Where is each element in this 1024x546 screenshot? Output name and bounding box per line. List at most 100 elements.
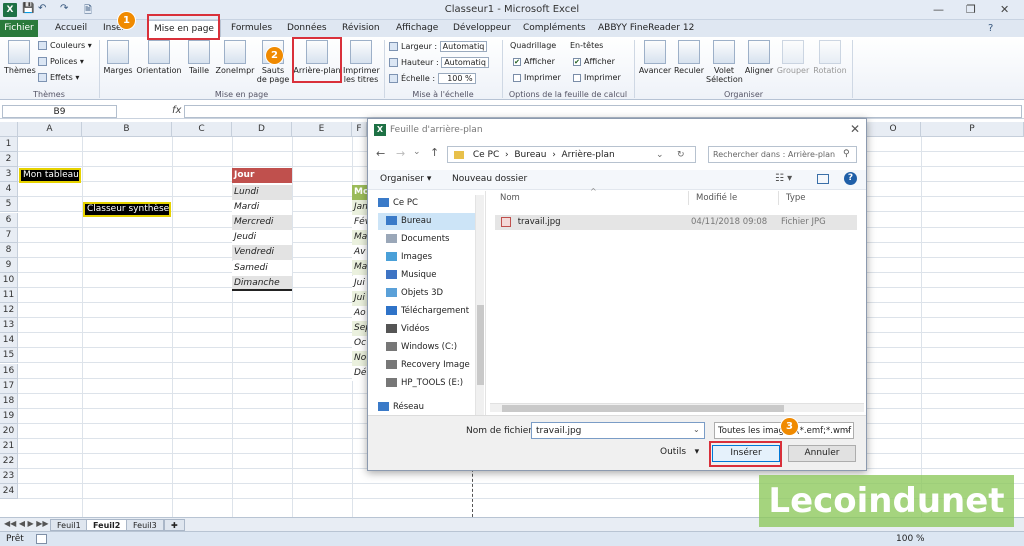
column-header[interactable]: F <box>352 122 367 137</box>
preview-pane-icon[interactable] <box>817 174 829 184</box>
new-sheet-icon[interactable]: ✚ <box>164 519 185 531</box>
row-header[interactable]: 9 <box>0 257 18 273</box>
tree-item[interactable]: Images <box>378 249 483 266</box>
row-header[interactable]: 17 <box>0 378 18 394</box>
forward-arrow-icon[interactable]: → <box>396 147 405 160</box>
row-header[interactable]: 12 <box>0 303 18 319</box>
largeur-control[interactable]: Largeur : Automatiq <box>389 41 488 52</box>
cell-f4-mois[interactable]: Mo <box>352 185 367 200</box>
column-nom[interactable]: Nom <box>500 193 520 203</box>
row-header[interactable]: 6 <box>0 212 18 228</box>
month-cell[interactable]: Dé <box>352 366 367 382</box>
marges-button[interactable]: Marges <box>102 40 134 75</box>
taille-button[interactable]: Taille <box>185 40 213 75</box>
day-cell[interactable]: Jeudi <box>232 230 292 246</box>
tree-item[interactable]: Recovery Image <box>378 357 483 374</box>
tree-item[interactable]: Vidéos <box>378 321 483 338</box>
orientation-button[interactable]: Orientation <box>136 40 182 75</box>
entetes-imprimer-checkbox[interactable]: Imprimer <box>573 73 621 82</box>
tab-developpeur[interactable]: Développeur <box>453 23 511 33</box>
breadcrumb-ce-pc[interactable]: Ce PC <box>473 150 499 160</box>
month-cell[interactable]: Ma <box>352 260 367 276</box>
entetes-afficher-checkbox[interactable]: ✔ Afficher <box>573 57 615 66</box>
row-header[interactable]: 4 <box>0 182 18 198</box>
row-header[interactable]: 21 <box>0 439 18 454</box>
fx-icon[interactable]: fx <box>172 105 181 116</box>
name-box[interactable]: B9 <box>2 105 117 118</box>
month-cell[interactable]: Jui <box>352 275 367 291</box>
month-cell[interactable]: No <box>352 351 367 366</box>
volet-selection-button[interactable]: Volet Sélection <box>706 40 743 84</box>
refresh-icon[interactable]: ↻ <box>677 147 685 163</box>
row-header[interactable]: 7 <box>0 227 18 243</box>
rotation-button[interactable]: Rotation <box>811 40 849 75</box>
effets-button[interactable]: Effets ▾ <box>38 73 79 82</box>
row-header[interactable]: 18 <box>0 393 18 409</box>
close-button[interactable]: ✕ <box>1000 3 1009 16</box>
polices-button[interactable]: Polices ▾ <box>38 57 84 66</box>
row-header[interactable]: 19 <box>0 408 18 424</box>
tree-item[interactable]: Réseau <box>370 399 475 416</box>
day-cell[interactable]: Vendredi <box>232 245 292 261</box>
row-header[interactable]: 14 <box>0 333 18 349</box>
month-cell[interactable]: Sep <box>352 320 367 336</box>
tree-item[interactable]: Téléchargement <box>378 303 483 320</box>
organiser-button[interactable]: Organiser ▾ <box>380 174 431 184</box>
cell-b5[interactable]: Classeur synthèse <box>83 202 171 217</box>
tree-item[interactable]: Musique <box>378 267 483 284</box>
view-options-icon[interactable]: ☷ ▾ <box>775 173 792 184</box>
day-cell[interactable]: Mardi <box>232 200 292 216</box>
day-cell[interactable]: Samedi <box>232 260 292 276</box>
row-header[interactable]: 2 <box>0 152 18 168</box>
cell-d3-jour[interactable]: Jour <box>232 168 292 183</box>
formula-input[interactable] <box>184 105 1022 118</box>
tab-accueil[interactable]: Accueil <box>55 23 87 33</box>
aligner-button[interactable]: Aligner <box>743 40 775 75</box>
reculer-button[interactable]: Reculer <box>673 40 705 75</box>
sheet-tab-feuil2[interactable]: Feuil2 <box>86 519 128 531</box>
outils-button[interactable]: Outils ▾ <box>660 447 699 457</box>
row-header[interactable]: 15 <box>0 348 18 364</box>
file-list-scrollbar[interactable] <box>490 403 864 412</box>
breadcrumb-bureau[interactable]: Bureau <box>514 150 546 160</box>
column-header[interactable]: A <box>18 122 82 137</box>
day-cell[interactable]: Dimanche <box>232 275 292 291</box>
month-cell[interactable]: Ma <box>352 230 367 246</box>
column-header[interactable]: D <box>232 122 292 137</box>
quadrillage-imprimer-checkbox[interactable]: Imprimer <box>513 73 561 82</box>
recent-dropdown-icon[interactable]: ⌄ <box>413 147 421 157</box>
themes-button[interactable]: Thèmes <box>4 40 36 75</box>
tree-item[interactable]: Ce PC <box>370 195 475 212</box>
address-bar[interactable]: Ce PC › Bureau › Arrière-plan ⌄ ↻ <box>447 146 696 163</box>
column-header[interactable]: P <box>921 122 1024 137</box>
nouveau-dossier-button[interactable]: Nouveau dossier <box>452 174 527 184</box>
hauteur-control[interactable]: Hauteur : Automatiq <box>389 57 489 68</box>
month-cell[interactable]: Fév <box>352 215 367 231</box>
file-row-travail[interactable]: travail.jpg 04/11/2018 09:08 Fichier JPG <box>495 215 857 230</box>
tree-item[interactable]: Bureau <box>378 213 483 230</box>
filename-dropdown-icon[interactable]: ⌄ <box>693 425 700 434</box>
breadcrumb-arriere-plan[interactable]: Arrière-plan <box>562 150 615 160</box>
column-type[interactable]: Type <box>786 193 806 203</box>
restore-button[interactable]: ❐ <box>966 3 976 16</box>
row-header[interactable]: 8 <box>0 242 18 258</box>
cell-a3[interactable]: Mon tableau <box>19 168 81 183</box>
back-arrow-icon[interactable]: ← <box>376 147 385 160</box>
column-header[interactable]: B <box>82 122 172 137</box>
select-all-corner[interactable] <box>0 122 18 137</box>
row-header[interactable]: 10 <box>0 272 18 288</box>
month-cell[interactable]: Ao <box>352 305 367 321</box>
dialog-close-button[interactable]: ✕ <box>850 122 860 136</box>
row-header[interactable]: 16 <box>0 363 18 379</box>
day-cell[interactable]: Lundi <box>232 185 292 200</box>
help-icon[interactable]: ? <box>988 23 993 34</box>
sheet-tab-feuil1[interactable]: Feuil1 <box>50 519 88 531</box>
tab-complements[interactable]: Compléments <box>523 23 586 33</box>
tab-donnees[interactable]: Données <box>287 23 327 33</box>
echelle-control[interactable]: Échelle : 100 % <box>389 73 476 84</box>
avancer-button[interactable]: Avancer <box>638 40 672 75</box>
tab-fichier[interactable]: Fichier <box>0 20 38 37</box>
tree-item[interactable]: HP_TOOLS (E:) <box>378 375 483 392</box>
couleurs-button[interactable]: Couleurs ▾ <box>38 41 92 50</box>
zone-impression-button[interactable]: ZoneImpr <box>215 40 255 75</box>
